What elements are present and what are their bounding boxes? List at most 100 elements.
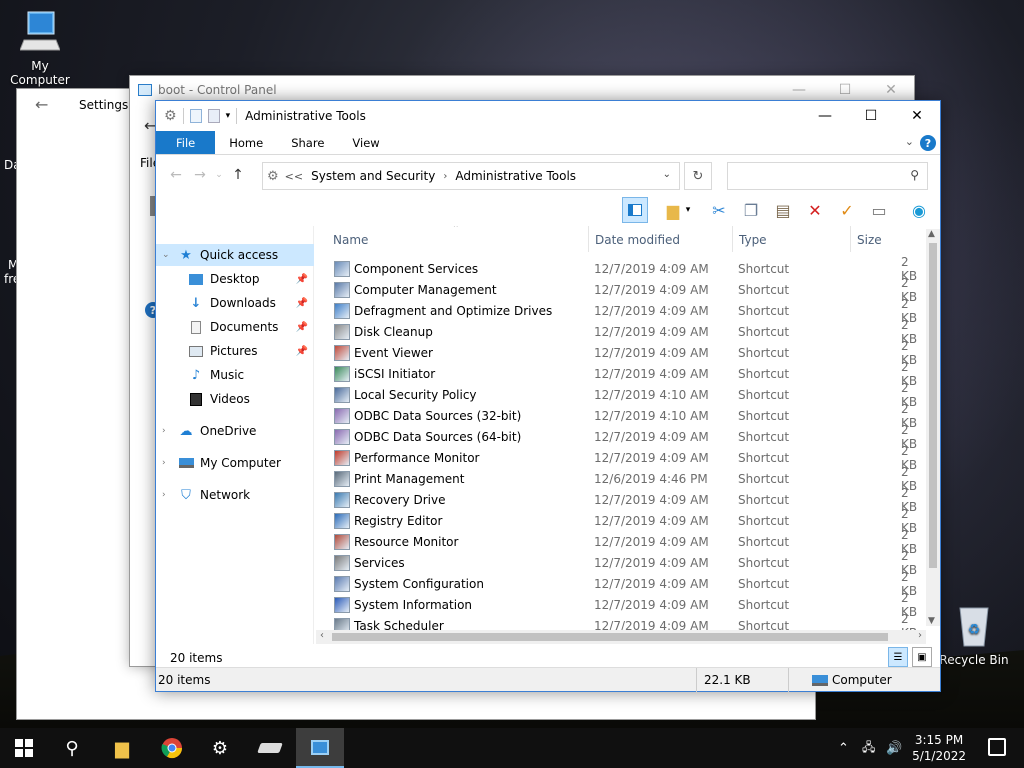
- table-row[interactable]: Registry Editor 12/7/2019 4:09 AM Shortcut…: [326, 507, 926, 535]
- show-hidden-icons-chevron-up-icon[interactable]: ⌃: [838, 728, 849, 768]
- nav-quick-access[interactable]: ⌄ ★ Quick access: [156, 244, 314, 266]
- search-input[interactable]: ⚲: [727, 162, 928, 190]
- volume-icon[interactable]: 🔊: [886, 728, 902, 768]
- table-row[interactable]: ODBC Data Sources (32-bit) 12/7/2019 4:10…: [326, 402, 926, 430]
- table-row[interactable]: ODBC Data Sources (64-bit) 12/7/2019 4:09…: [326, 423, 926, 451]
- preview-pane-button[interactable]: [622, 197, 648, 223]
- scroll-left-icon[interactable]: ‹: [320, 630, 324, 641]
- recent-locations-button[interactable]: ⌄: [212, 170, 226, 180]
- nav-downloads[interactable]: ↓ Downloads 📌: [156, 292, 314, 314]
- nav-videos[interactable]: Videos: [156, 388, 314, 410]
- shell-icon[interactable]: ◉: [906, 197, 932, 223]
- table-row[interactable]: iSCSI Initiator 12/7/2019 4:09 AM Shortcut…: [326, 360, 926, 388]
- properties-icon[interactable]: ▭: [866, 197, 892, 223]
- table-row[interactable]: Computer Management 12/7/2019 4:09 AM Shor…: [326, 276, 926, 304]
- table-row[interactable]: Resource Monitor 12/7/2019 4:09 AM Shortcu…: [326, 528, 926, 556]
- table-row[interactable]: Task Scheduler 12/7/2019 4:09 AM Shortcut 2…: [326, 612, 926, 631]
- rename-checkmark-icon[interactable]: ✓: [834, 197, 860, 223]
- scroll-up-icon[interactable]: ▲: [928, 229, 935, 239]
- nav-my-computer[interactable]: › My Computer: [156, 452, 314, 474]
- breadcrumb-system-and-security[interactable]: System and Security: [311, 169, 435, 183]
- pin-icon[interactable]: 📌: [296, 322, 308, 333]
- paste-icon[interactable]: ▤: [770, 197, 796, 223]
- back-button[interactable]: ←: [164, 167, 188, 183]
- breadcrumb-separator-icon[interactable]: ›: [443, 171, 447, 182]
- taskbar-file-explorer[interactable]: ▆: [98, 728, 146, 768]
- desktop-icon-recycle-bin[interactable]: ♻ Recycle Bin: [934, 604, 1014, 667]
- horizontal-scrollbar[interactable]: ‹ ›: [316, 630, 926, 644]
- table-row[interactable]: Component Services 12/7/2019 4:09 AM Short…: [326, 255, 926, 283]
- taskbar-drive[interactable]: [246, 728, 294, 768]
- chevron-down-icon[interactable]: ▾: [682, 197, 694, 223]
- chevron-right-icon[interactable]: ›: [162, 458, 178, 468]
- scrollbar-thumb[interactable]: [929, 243, 937, 568]
- taskbar-settings[interactable]: ⚙: [196, 728, 244, 768]
- nav-network[interactable]: › ⛉ Network: [156, 484, 314, 506]
- taskbar-chrome[interactable]: [148, 728, 196, 768]
- up-button[interactable]: ↑: [226, 167, 250, 183]
- pin-icon[interactable]: 📌: [296, 298, 308, 309]
- large-icons-view-icon[interactable]: ▣: [912, 647, 932, 667]
- scrollbar-thumb[interactable]: [332, 633, 888, 641]
- chevron-right-icon[interactable]: ›: [162, 426, 178, 436]
- properties-icon[interactable]: [189, 109, 202, 123]
- table-row[interactable]: System Information 12/7/2019 4:09 AM Short…: [326, 591, 926, 619]
- explorer-titlebar[interactable]: ⚙ ▾ Administrative Tools — ☐ ✕: [156, 101, 940, 131]
- scroll-right-icon[interactable]: ›: [918, 630, 922, 641]
- cut-icon[interactable]: ✂: [706, 197, 732, 223]
- vertical-scrollbar[interactable]: ▲ ▼: [926, 229, 940, 626]
- tab-file[interactable]: File: [156, 131, 216, 154]
- table-row[interactable]: Performance Monitor 12/7/2019 4:09 AM Shor…: [326, 444, 926, 472]
- table-row[interactable]: Print Management 12/6/2019 4:46 PM Shortcu…: [326, 465, 926, 493]
- details-view-icon[interactable]: ☰: [888, 647, 908, 667]
- minimize-button[interactable]: —: [802, 101, 848, 131]
- help-icon[interactable]: ?: [920, 135, 936, 151]
- table-row[interactable]: Local Security Policy 12/7/2019 4:10 AM Sh…: [326, 381, 926, 409]
- nav-desktop[interactable]: Desktop 📌: [156, 268, 314, 290]
- search-button[interactable]: ⚲: [48, 728, 96, 768]
- network-status-icon[interactable]: 🖧: [862, 728, 875, 768]
- desktop-icon-my-computer[interactable]: My Computer: [0, 10, 80, 87]
- table-row[interactable]: Event Viewer 12/7/2019 4:09 AM Shortcut 2 K…: [326, 339, 926, 367]
- table-row[interactable]: Disk Cleanup 12/7/2019 4:09 AM Shortcut 2 K…: [326, 318, 926, 346]
- table-row[interactable]: System Configuration 12/7/2019 4:09 AM Sho…: [326, 570, 926, 598]
- nav-pictures[interactable]: Pictures 📌: [156, 340, 314, 362]
- status-divider: [696, 668, 697, 692]
- forward-button[interactable]: →: [188, 167, 212, 183]
- chevron-down-icon[interactable]: ⌄: [663, 169, 671, 180]
- delete-icon[interactable]: ✕: [802, 197, 828, 223]
- maximize-button[interactable]: ☐: [848, 101, 894, 131]
- chevron-right-icon[interactable]: ›: [162, 490, 178, 500]
- chevron-down-icon[interactable]: ⌄: [905, 135, 914, 148]
- pin-icon[interactable]: 📌: [296, 274, 308, 285]
- tab-share[interactable]: Share: [277, 131, 338, 154]
- column-header-name[interactable]: Name: [326, 226, 588, 254]
- table-row[interactable]: Services 12/7/2019 4:09 AM Shortcut 2 KB: [326, 549, 926, 577]
- chevron-down-icon[interactable]: ⌄: [162, 250, 178, 260]
- notification-center-icon[interactable]: [988, 738, 1006, 756]
- shortcut-icon: [334, 386, 350, 403]
- pin-icon[interactable]: 📌: [296, 346, 308, 357]
- nav-music[interactable]: ♪ Music: [156, 364, 314, 386]
- refresh-button[interactable]: ↻: [684, 162, 712, 190]
- table-row[interactable]: Recovery Drive 12/7/2019 4:09 AM Shortcut 2…: [326, 486, 926, 514]
- table-row[interactable]: Defragment and Optimize Drives 12/7/2019 …: [326, 297, 926, 325]
- clock[interactable]: 3:15 PM 5/1/2022: [912, 732, 966, 764]
- column-header-type[interactable]: Type: [732, 226, 850, 254]
- tab-view[interactable]: View: [338, 131, 393, 154]
- back-arrow-icon[interactable]: ←: [35, 95, 48, 114]
- close-button[interactable]: ✕: [894, 101, 940, 131]
- new-folder-icon[interactable]: [207, 109, 220, 123]
- nav-onedrive[interactable]: › ☁ OneDrive: [156, 420, 314, 442]
- address-bar[interactable]: ⚙ << System and Security › Administrativ…: [262, 162, 680, 190]
- taskbar-control-panel[interactable]: [296, 728, 344, 768]
- scroll-down-icon[interactable]: ▼: [928, 616, 935, 626]
- breadcrumb-administrative-tools[interactable]: Administrative Tools: [455, 169, 576, 183]
- copy-icon[interactable]: ❐: [738, 197, 764, 223]
- tab-home[interactable]: Home: [215, 131, 277, 154]
- column-header-date-modified[interactable]: Date modified: [588, 226, 732, 254]
- start-button[interactable]: [0, 728, 48, 768]
- nav-documents[interactable]: Documents 📌: [156, 316, 314, 338]
- customize-qat-icon[interactable]: ▾: [226, 111, 231, 121]
- column-header-size[interactable]: Size: [850, 226, 926, 254]
